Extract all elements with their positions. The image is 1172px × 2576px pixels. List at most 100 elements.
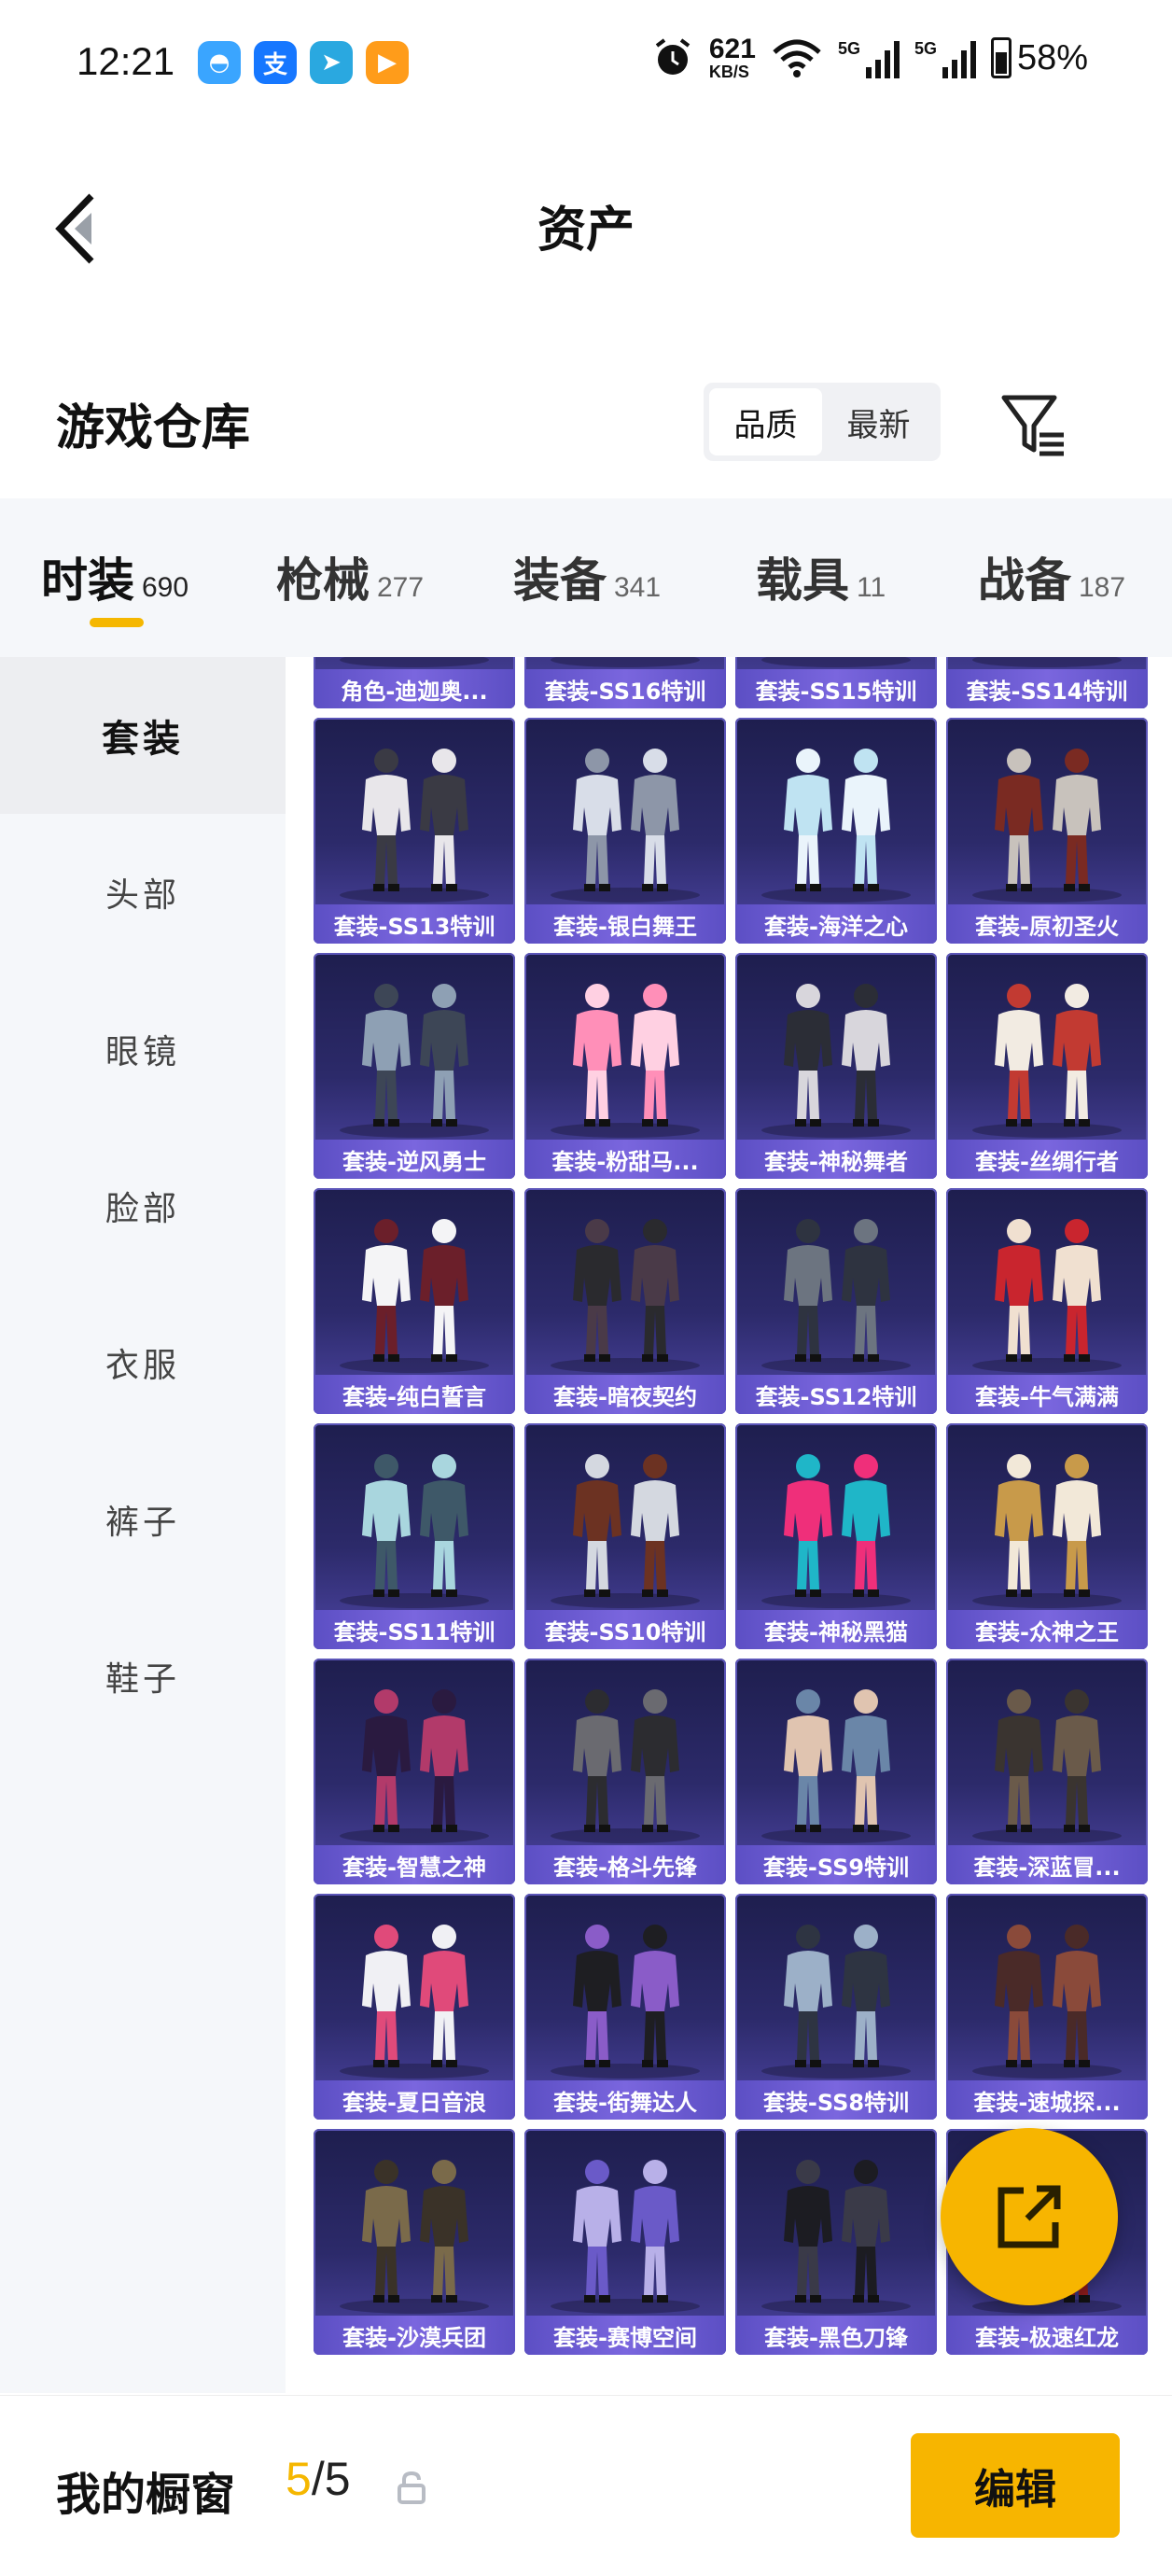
outfit-card[interactable]: 套装-神秘舞者: [735, 953, 937, 1179]
outfit-name: 套装-夏日音浪: [314, 2080, 515, 2120]
outfit-card[interactable]: 套装-原初圣火: [946, 718, 1148, 944]
share-button[interactable]: [941, 2128, 1118, 2305]
video-app-icon: ▶: [366, 41, 409, 84]
outfit-name: 套装-SS15特训: [735, 669, 937, 708]
category-tab-count: 11: [857, 572, 886, 603]
outfit-name: 套装-沙漠兵团: [314, 2316, 515, 2355]
category-tab-4[interactable]: 战备 187: [978, 498, 1165, 610]
outfit-card[interactable]: 套装-暗夜契约: [524, 1188, 726, 1414]
outfit-name: 套装-黑色刀锋: [735, 2316, 937, 2355]
outfit-name: 套装-粉甜马...: [524, 1140, 726, 1179]
outfit-card[interactable]: 套装-SS12特训: [735, 1188, 937, 1414]
wifi-icon: [773, 39, 821, 77]
telegram-icon: ➤: [310, 41, 353, 84]
outfit-card[interactable]: 套装-SS16特训: [524, 657, 726, 708]
battery-icon: [990, 37, 1012, 78]
outfit-card[interactable]: 角色-迪迦奥...: [314, 657, 515, 708]
outfit-name: 套装-SS13特训: [314, 904, 515, 944]
outfit-card[interactable]: 套装-SS11特训: [314, 1423, 515, 1649]
category-tab-label: 装备: [513, 553, 607, 608]
signal-strength-icon: 5G: [838, 37, 900, 78]
outfit-card[interactable]: 套装-SS13特训: [314, 718, 515, 944]
outfit-name: 套装-格斗先锋: [524, 1845, 726, 1884]
outfit-card[interactable]: 套装-SS10特训: [524, 1423, 726, 1649]
category-tab-label: 时装: [41, 553, 134, 608]
outfit-name: 套装-街舞达人: [524, 2080, 726, 2120]
edit-button[interactable]: 编辑: [911, 2433, 1120, 2538]
outfit-name: 套装-神秘黑猫: [735, 1610, 937, 1649]
status-bar: 12:21 ◓ 支 ➤ ▶ 621 KB/S 5G 5G 58%: [0, 0, 1172, 131]
outfit-name: 套装-SS10特训: [524, 1610, 726, 1649]
outfit-name: 套装-SS12特训: [735, 1375, 937, 1414]
outfit-card[interactable]: 套装-SS9特训: [735, 1659, 937, 1884]
outfit-card[interactable]: 套装-黑色刀锋: [735, 2129, 937, 2355]
sidebar-item-4[interactable]: 衣服: [0, 1284, 286, 1441]
status-time: 12:21: [77, 39, 175, 83]
category-tab-count: 187: [1079, 572, 1126, 603]
outfit-card[interactable]: 套装-夏日音浪: [314, 1894, 515, 2120]
outfit-card[interactable]: 套装-SS15特训: [735, 657, 937, 708]
outfit-card[interactable]: 套装-众神之王: [946, 1423, 1148, 1649]
outfit-name: 套装-海洋之心: [735, 904, 937, 944]
sidebar-item-0[interactable]: 套装: [0, 657, 286, 814]
battery-indicator: 58%: [990, 37, 1088, 78]
active-tab-indicator: [90, 618, 144, 627]
filter-icon[interactable]: [998, 390, 1069, 461]
category-tab-label: 枪械: [276, 553, 370, 608]
category-tab-label: 载具: [756, 553, 849, 608]
category-tab-0[interactable]: 时装 690: [41, 498, 218, 627]
alipay-icon: 支: [254, 41, 297, 84]
showcase-label: 我的橱窗: [56, 2469, 236, 2521]
outfit-card[interactable]: 套装-街舞达人: [524, 1894, 726, 2120]
outfit-card[interactable]: 套装-SS8特训: [735, 1894, 937, 2120]
outfit-name: 套装-丝绸行者: [946, 1140, 1148, 1179]
sidebar-item-6[interactable]: 鞋子: [0, 1598, 286, 1755]
outfit-name: 套装-暗夜契约: [524, 1375, 726, 1414]
outfit-card[interactable]: 套装-智慧之神: [314, 1659, 515, 1884]
outfit-name: 套装-智慧之神: [314, 1845, 515, 1884]
outfit-name: 角色-迪迦奥...: [314, 669, 515, 708]
sidebar-item-1[interactable]: 头部: [0, 814, 286, 971]
outfit-card[interactable]: 套装-逆风勇士: [314, 953, 515, 1179]
outfit-card[interactable]: 套装-海洋之心: [735, 718, 937, 944]
category-tab-count: 341: [614, 572, 662, 603]
outfit-card[interactable]: 套装-赛博空间: [524, 2129, 726, 2355]
sidebar-item-3[interactable]: 脸部: [0, 1127, 286, 1284]
category-tab-count: 277: [377, 572, 425, 603]
outfit-name: 套装-速城探...: [946, 2080, 1148, 2120]
outfit-card[interactable]: 套装-银白舞王: [524, 718, 726, 944]
signal-strength-icon: 5G: [914, 37, 976, 78]
outfit-card[interactable]: 套装-牛气满满: [946, 1188, 1148, 1414]
lock-icon: [398, 2471, 426, 2504]
outfit-name: 套装-SS11特训: [314, 1610, 515, 1649]
outfit-card[interactable]: 套装-神秘黑猫: [735, 1423, 937, 1649]
outfit-card[interactable]: 套装-沙漠兵团: [314, 2129, 515, 2355]
assets-page: 12:21 ◓ 支 ➤ ▶ 621 KB/S 5G 5G 58% 资产 游戏仓库…: [0, 0, 1172, 2576]
outfit-name: 套装-逆风勇士: [314, 1140, 515, 1179]
outfit-name: 套装-纯白誓言: [314, 1375, 515, 1414]
outfit-card[interactable]: 套装-纯白誓言: [314, 1188, 515, 1414]
sidebar-item-2[interactable]: 眼镜: [0, 971, 286, 1127]
alarm-icon: [655, 38, 691, 75]
sort-option-quality[interactable]: 品质: [709, 388, 822, 455]
outfit-card[interactable]: 套装-SS14特训: [946, 657, 1148, 708]
share-icon: [998, 2185, 1061, 2248]
outfit-card[interactable]: 套装-速城探...: [946, 1894, 1148, 2120]
sidebar-item-5[interactable]: 裤子: [0, 1441, 286, 1598]
outfit-card[interactable]: 套装-深蓝冒...: [946, 1659, 1148, 1884]
outfit-name: 套装-SS16特训: [524, 669, 726, 708]
outfit-name: 套装-银白舞王: [524, 904, 726, 944]
page-title: 资产: [537, 203, 635, 259]
sort-option-newest[interactable]: 最新: [822, 388, 935, 455]
outfit-card[interactable]: 套装-丝绸行者: [946, 953, 1148, 1179]
subcategory-sidebar: 套装 头部 眼镜 脸部 衣服 裤子 鞋子: [0, 657, 286, 2393]
category-tab-3[interactable]: 载具 11: [756, 498, 896, 610]
category-tab-2[interactable]: 装备 341: [513, 498, 709, 610]
outfit-card[interactable]: 套装-粉甜马...: [524, 953, 726, 1179]
category-tab-label: 战备: [978, 553, 1071, 608]
category-tab-count: 690: [142, 572, 189, 603]
outfit-name: 套装-原初圣火: [946, 904, 1148, 944]
category-tab-1[interactable]: 枪械 277: [276, 498, 467, 610]
outfit-name: 套装-SS8特训: [735, 2080, 937, 2120]
outfit-card[interactable]: 套装-格斗先锋: [524, 1659, 726, 1884]
